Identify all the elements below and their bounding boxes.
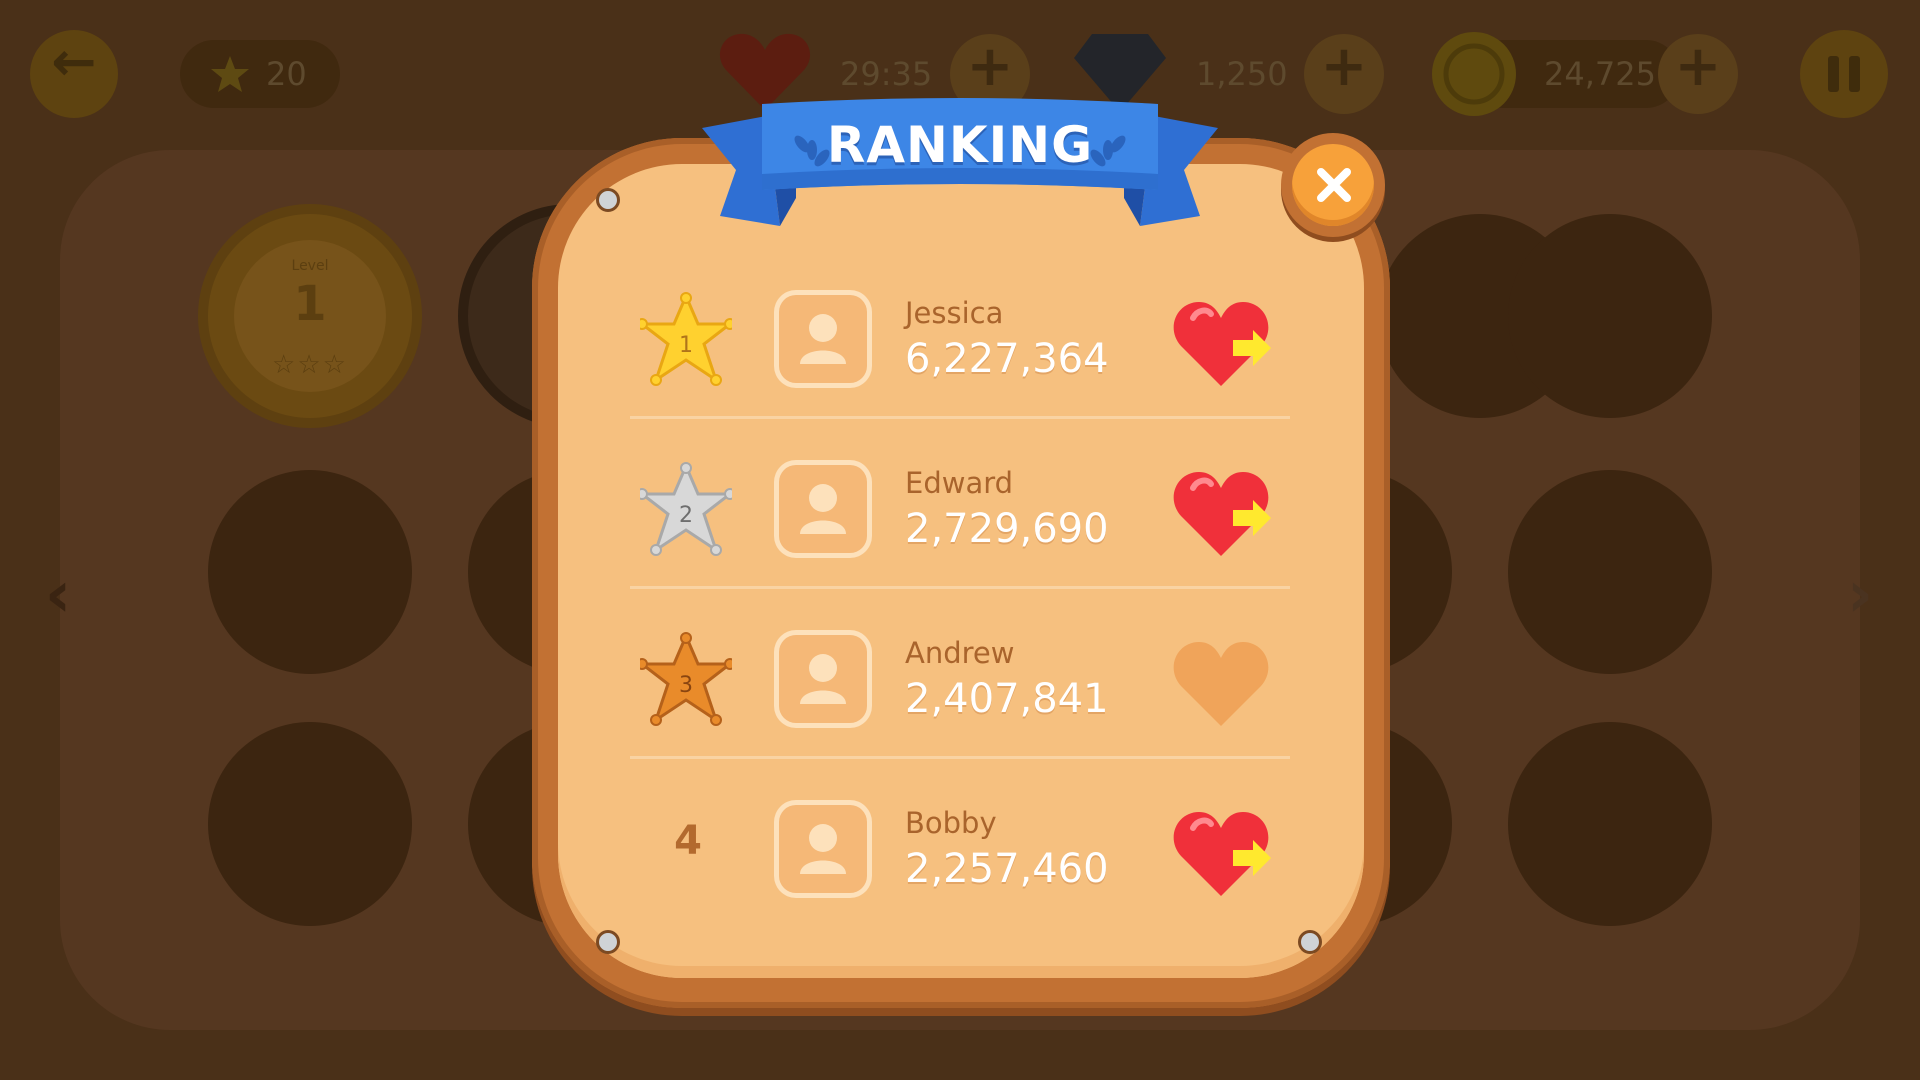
star-icon bbox=[211, 56, 249, 92]
bronze-sheriff-star-icon: 3 bbox=[640, 632, 732, 726]
player-name: Bobby bbox=[905, 806, 997, 840]
stars-count: 20 bbox=[266, 55, 307, 93]
avatar bbox=[774, 800, 872, 898]
add-gems-button[interactable]: + bbox=[1304, 34, 1384, 114]
rank-number: 2 bbox=[679, 503, 693, 528]
avatar bbox=[774, 290, 872, 388]
ranking-row: 3 Andrew 2,407,841 bbox=[630, 590, 1290, 760]
avatar bbox=[774, 630, 872, 728]
player-score: 6,227,364 bbox=[905, 336, 1109, 382]
player-name: Jessica bbox=[905, 296, 1004, 330]
coin-icon bbox=[1432, 32, 1516, 116]
plus-icon: + bbox=[1320, 34, 1368, 99]
player-name: Andrew bbox=[905, 636, 1015, 670]
level-slot[interactable] bbox=[1508, 214, 1712, 418]
player-score: 2,407,841 bbox=[905, 676, 1109, 722]
rank-number: 4 bbox=[674, 818, 702, 864]
pause-button[interactable] bbox=[1800, 30, 1888, 118]
level-slot[interactable] bbox=[208, 722, 412, 926]
rivet bbox=[1298, 930, 1322, 954]
close-button-face bbox=[1292, 144, 1374, 226]
user-icon bbox=[800, 484, 846, 534]
gold-sheriff-star-icon: 1 bbox=[640, 292, 732, 386]
level-slot[interactable] bbox=[1508, 722, 1712, 926]
level-slot[interactable] bbox=[1508, 470, 1712, 674]
back-arrow-icon: ← bbox=[51, 30, 97, 93]
row-divider bbox=[630, 416, 1290, 419]
dialog-title: RANKING bbox=[826, 116, 1094, 174]
ranking-row: 2 Edward 2,729,690 bbox=[630, 420, 1290, 590]
send-life-button[interactable] bbox=[1173, 468, 1273, 558]
player-name: Edward bbox=[905, 466, 1014, 500]
silver-sheriff-star-icon: 2 bbox=[640, 462, 732, 556]
add-coins-button[interactable]: + bbox=[1658, 34, 1738, 114]
row-divider bbox=[630, 586, 1290, 589]
stars-counter: 20 bbox=[180, 40, 340, 108]
row-divider bbox=[630, 756, 1290, 759]
user-icon bbox=[800, 824, 846, 874]
next-page-arrow-icon[interactable]: › bbox=[1830, 560, 1890, 630]
plus-icon: + bbox=[966, 34, 1014, 99]
rivet bbox=[596, 930, 620, 954]
level-number: 1 bbox=[293, 276, 327, 332]
close-icon bbox=[1317, 168, 1351, 202]
level-stars: ☆☆☆ bbox=[272, 350, 348, 380]
avatar bbox=[774, 460, 872, 558]
plus-icon: + bbox=[1674, 34, 1722, 99]
ranking-row: 1 Jessica 6,227,364 bbox=[630, 250, 1290, 420]
rank-number: 3 bbox=[679, 673, 693, 698]
prev-page-arrow-icon[interactable]: ‹ bbox=[28, 560, 88, 630]
level-slot[interactable] bbox=[208, 470, 412, 674]
close-button[interactable] bbox=[1281, 133, 1385, 237]
heart-inactive-icon bbox=[1173, 642, 1269, 726]
level-1-button[interactable]: Level 1 ☆☆☆ bbox=[208, 214, 412, 418]
player-score: 2,729,690 bbox=[905, 506, 1109, 552]
pause-icon bbox=[1828, 56, 1860, 92]
level-caption: Level bbox=[291, 258, 329, 274]
player-score: 2,257,460 bbox=[905, 846, 1109, 892]
ranking-row: 4 Bobby 2,257,460 bbox=[630, 760, 1290, 930]
rivet bbox=[596, 188, 620, 212]
coins-count: 24,725 bbox=[1544, 55, 1656, 93]
user-icon bbox=[800, 654, 846, 704]
rank-number: 1 bbox=[679, 333, 693, 358]
send-life-button[interactable] bbox=[1173, 808, 1273, 898]
send-life-button[interactable] bbox=[1173, 298, 1273, 388]
back-button[interactable]: ← bbox=[30, 30, 118, 118]
user-icon bbox=[800, 314, 846, 364]
